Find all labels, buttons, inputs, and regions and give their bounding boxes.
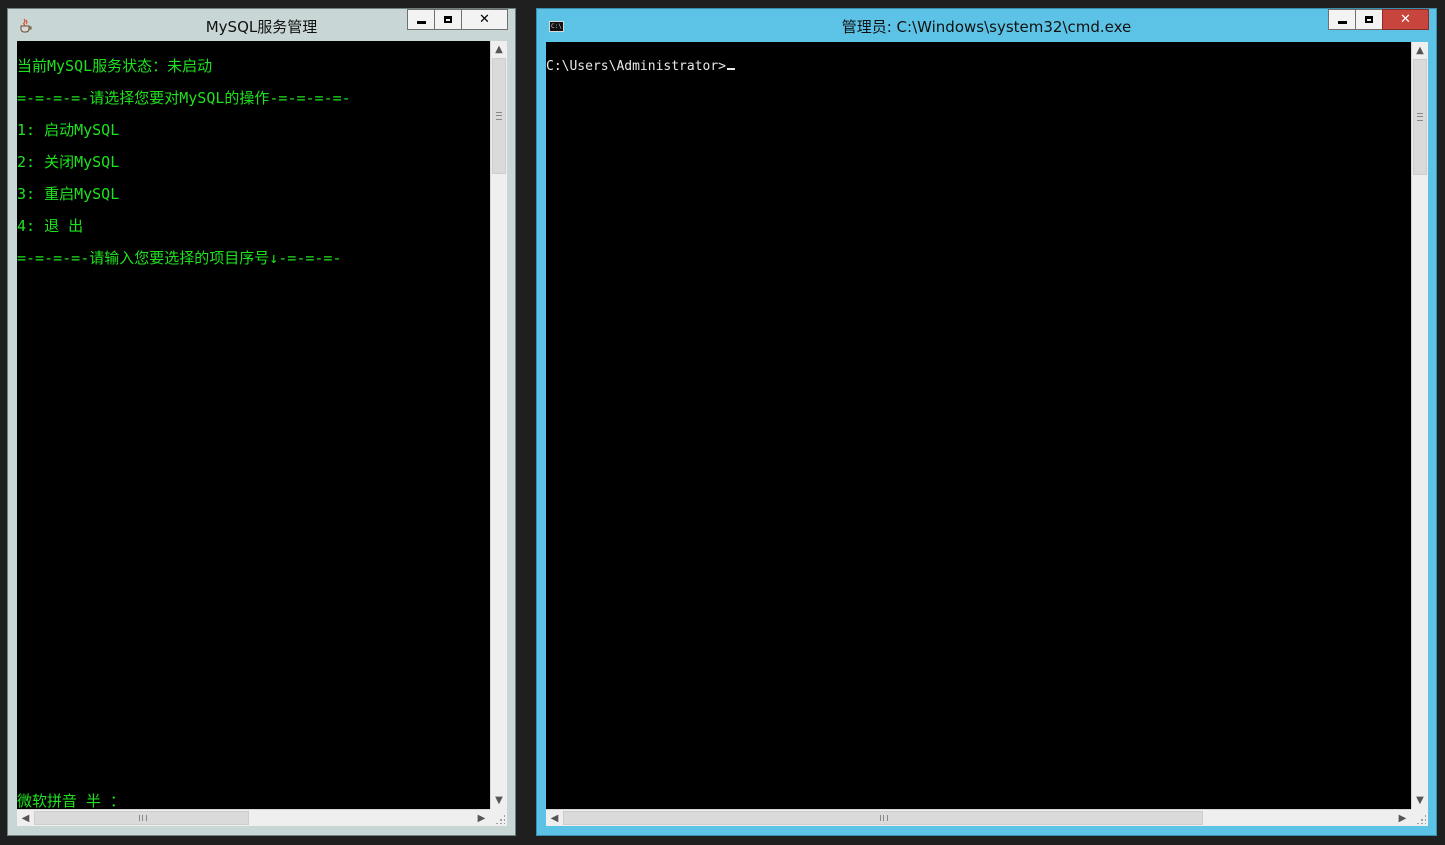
maximize-button[interactable] — [1355, 9, 1383, 30]
grip-icon — [496, 112, 502, 120]
menu-option-start: 1: 启动MySQL — [17, 121, 120, 139]
command-prompt-line[interactable]: C:\Users\Administrator> — [546, 58, 736, 76]
window-controls: ✕ — [1328, 9, 1429, 31]
scroll-right-arrow-icon[interactable]: ▶ — [473, 810, 490, 826]
vertical-scrollbar[interactable]: ▲ ▼ — [490, 41, 507, 809]
scroll-left-arrow-icon[interactable]: ◀ — [17, 810, 34, 826]
scroll-thumb[interactable] — [492, 58, 506, 174]
scroll-down-arrow-icon[interactable]: ▼ — [491, 792, 507, 809]
scroll-down-arrow-icon[interactable]: ▼ — [1412, 792, 1428, 809]
input-prompt-line: =-=-=-=-请输入您要选择的项目序号↓-=-=-=- — [17, 249, 342, 267]
resize-grip[interactable] — [1411, 809, 1428, 826]
maximize-icon — [444, 16, 452, 23]
close-button[interactable]: ✕ — [1382, 9, 1429, 30]
close-icon: ✕ — [1400, 12, 1411, 27]
title-bar[interactable]: C:\ 管理员: C:\Windows\system32\cmd.exe ✕ — [537, 9, 1436, 41]
menu-option-stop: 2: 关闭MySQL — [17, 153, 120, 171]
minimize-icon — [1337, 21, 1347, 24]
console-output[interactable]: C:\Users\Administrator> — [546, 42, 1411, 809]
mysql-manager-window: MySQL服务管理 ✕ 当前MySQL服务状态：未启动 =-=-=-=-请选择您… — [7, 8, 516, 836]
grip-icon — [1417, 113, 1423, 121]
grip-icon — [880, 815, 888, 821]
minimize-icon — [416, 21, 426, 24]
vertical-scrollbar[interactable]: ▲ ▼ — [1411, 42, 1428, 809]
scroll-right-arrow-icon[interactable]: ▶ — [1394, 810, 1411, 826]
resize-grip-icon — [1416, 814, 1426, 824]
resize-grip-icon — [495, 814, 505, 824]
resize-grip[interactable] — [490, 809, 507, 826]
prompt-text: C:\Users\Administrator> — [546, 59, 727, 74]
ime-status-text: 微软拼音 半 ： — [17, 792, 126, 809]
menu-header-line: =-=-=-=-请选择您要对MySQL的操作-=-=-=-=- — [17, 89, 351, 107]
close-icon: ✕ — [479, 12, 490, 27]
title-bar[interactable]: MySQL服务管理 ✕ — [8, 9, 515, 41]
maximize-icon — [1365, 16, 1373, 23]
hscroll-thumb[interactable] — [563, 811, 1203, 825]
scroll-up-arrow-icon[interactable]: ▲ — [491, 41, 507, 58]
minimize-button[interactable] — [1328, 9, 1356, 30]
hscroll-thumb[interactable] — [34, 811, 249, 825]
scroll-up-arrow-icon[interactable]: ▲ — [1412, 42, 1428, 59]
console-output[interactable]: 当前MySQL服务状态：未启动 =-=-=-=-请选择您要对MySQL的操作-=… — [17, 41, 490, 809]
menu-option-restart: 3: 重启MySQL — [17, 185, 120, 203]
scroll-thumb[interactable] — [1413, 59, 1427, 175]
menu-option-exit: 4: 退 出 — [17, 217, 84, 235]
service-status-line: 当前MySQL服务状态：未启动 — [17, 57, 213, 75]
grip-icon — [139, 815, 147, 821]
horizontal-scrollbar[interactable]: ◀ ▶ — [17, 809, 490, 826]
scroll-left-arrow-icon[interactable]: ◀ — [546, 810, 563, 826]
window-title: 管理员: C:\Windows\system32\cmd.exe — [841, 18, 1132, 36]
maximize-button[interactable] — [434, 9, 462, 30]
text-cursor — [727, 68, 736, 70]
close-button[interactable]: ✕ — [461, 9, 508, 30]
minimize-button[interactable] — [407, 9, 435, 30]
horizontal-scrollbar[interactable]: ◀ ▶ — [546, 809, 1411, 826]
cmd-window: C:\ 管理员: C:\Windows\system32\cmd.exe ✕ C… — [536, 8, 1437, 836]
window-controls: ✕ — [407, 9, 508, 31]
